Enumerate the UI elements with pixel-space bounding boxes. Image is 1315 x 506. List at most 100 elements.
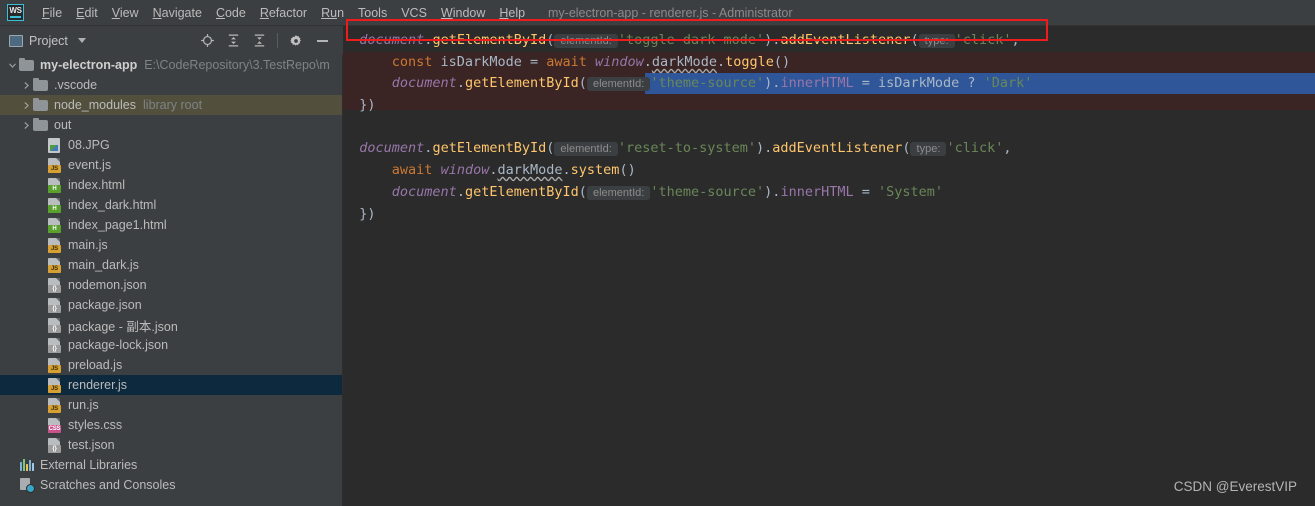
menu-item-vcs[interactable]: VCS [394,0,434,26]
tree-row[interactable]: JS preload.js [0,355,342,375]
code-token: system [570,162,620,178]
html-file-icon: H [47,217,63,233]
code-token: ( [578,75,587,91]
chevron-right-icon[interactable] [20,121,33,130]
code-editor[interactable]: document.getElementById( elementId: 'tog… [343,26,1315,506]
json-file-icon: {} [47,317,63,333]
code-line[interactable]: }) [343,95,376,117]
tree-row[interactable]: .vscode [0,75,342,95]
menu-item-code[interactable]: Code [209,0,253,26]
code-line[interactable]: await window.darkMode.system() [343,160,636,182]
code-token: toggle [725,54,774,70]
tree-row[interactable]: out [0,115,342,135]
menu-item-edit[interactable]: Edit [69,0,105,26]
expand-all-icon[interactable] [222,30,244,52]
project-tree[interactable]: my-electron-app E:\CodeRepository\3.TestR… [0,55,343,506]
tree-row[interactable]: JS event.js [0,155,342,175]
tree-row[interactable]: {} nodemon.json [0,275,342,295]
code-token: }) [343,97,376,113]
chevron-right-icon[interactable] [20,101,33,110]
code-token: 'theme-source' [650,184,765,200]
menu-item-run[interactable]: Run [314,0,351,26]
tree-row[interactable]: {} package - 副本.json [0,315,342,335]
code-token: elementId: [554,34,618,48]
code-line[interactable]: document.getElementById( elementId: 'tog… [343,30,1020,52]
tree-row[interactable]: JS run.js [0,395,342,415]
tree-row[interactable]: External Libraries [0,455,342,475]
code-token: innerHTML [780,75,854,91]
code-line[interactable]: document.getElementById( elementId: 'the… [343,73,1032,95]
code-token: await [546,54,587,70]
html-file-icon: H [47,177,63,193]
tree-row[interactable]: JS main.js [0,235,342,255]
code-token: . [456,75,465,91]
chevron-down-icon[interactable] [6,61,19,70]
tree-item-label: 08.JPG [68,138,110,152]
chevron-right-icon[interactable] [20,81,33,90]
menu-item-tools[interactable]: Tools [351,0,394,26]
folder-icon [33,97,49,113]
tree-row[interactable]: JS renderer.js [0,375,342,395]
minimize-icon[interactable] [311,30,333,52]
code-line[interactable]: document.getElementById( elementId: 'the… [343,182,943,204]
folder-icon [33,77,49,93]
project-tool-window-button[interactable]: Project [9,34,86,48]
code-token: 'toggle-dark-mode' [617,32,765,48]
tree-item-label: out [54,118,72,132]
code-line[interactable]: document.getElementById( elementId: 'res… [343,138,1012,160]
gear-icon[interactable] [285,30,307,52]
tree-item-label: test.json [68,438,115,452]
source-code[interactable]: document.getElementById( elementId: 'tog… [343,26,1315,506]
code-token: () [773,54,791,70]
tree-row[interactable]: 08.JPG [0,135,342,155]
tree-row[interactable]: {} test.json [0,435,342,455]
libraries-icon [19,457,35,473]
tree-row[interactable]: {} package-lock.json [0,335,342,355]
css-file-icon: CSS [47,417,63,433]
code-token: getElementById [464,75,579,91]
tree-row[interactable]: Hindex_dark.html [0,195,342,215]
chevron-down-icon[interactable] [77,38,86,43]
collapse-all-icon[interactable] [248,30,270,52]
tree-row[interactable]: my-electron-app E:\CodeRepository\3.TestR… [0,55,342,75]
menu-item-file[interactable]: File [35,0,69,26]
tree-row[interactable]: Hindex_page1.html [0,215,342,235]
menu-item-window[interactable]: Window [434,0,492,26]
tree-item-label: main.js [68,238,108,252]
tree-row[interactable]: JS main_dark.js [0,255,342,275]
tree-row[interactable]: {} package.json [0,295,342,315]
tree-item-label: index_page1.html [68,218,167,232]
code-line[interactable]: const isDarkMode = await window.darkMode… [343,52,790,74]
code-token: 'click' [954,32,1012,48]
code-token: window [595,54,644,70]
menu-item-navigate[interactable]: Navigate [146,0,209,26]
tree-row[interactable]: node_modules library root [0,95,342,115]
locate-icon[interactable] [196,30,218,52]
tree-item-label: package - 副本.json [68,319,178,334]
code-token: ( [910,32,919,48]
scratches-icon [19,477,35,493]
tree-row[interactable]: Scratches and Consoles [0,475,342,495]
js-file-icon: JS [47,257,63,273]
code-token: ). [764,75,781,91]
code-token: ( [578,184,587,200]
js-file-icon: JS [47,157,63,173]
tree-item-label: package.json [68,298,142,312]
tree-row[interactable]: Hindex.html [0,175,342,195]
code-token: . [643,54,652,70]
tree-item-label: renderer.js [68,378,128,392]
json-file-icon: {} [47,337,63,353]
code-line[interactable]: }) [343,204,375,226]
js-file-icon: JS [47,237,63,253]
menu-item-refactor[interactable]: Refactor [253,0,314,26]
code-token: = isDarkMode ? [853,75,984,91]
tree-row[interactable]: CSS styles.css [0,415,342,435]
tree-item-label: External Libraries [40,458,138,472]
tree-item-label: node_modules [54,98,137,112]
menu-item-help[interactable]: Help [492,0,532,26]
menu-item-view[interactable]: View [105,0,146,26]
